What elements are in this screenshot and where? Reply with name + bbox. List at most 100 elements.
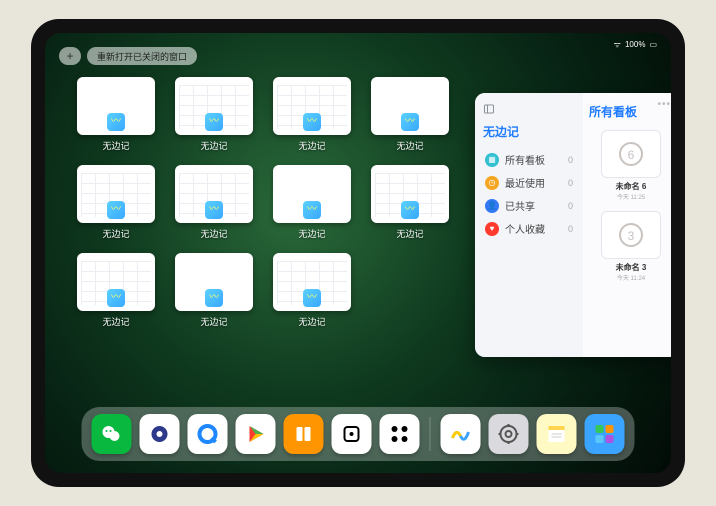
window-thumbnail[interactable]: 无边记 bbox=[175, 165, 253, 243]
sidebar-item-grid[interactable]: ▦ 所有看板 0 bbox=[483, 148, 575, 171]
windows-grid: 无边记 无边记 无边记 无边记 无边记 无边记 无边记 无边记 bbox=[77, 77, 449, 331]
window-thumbnail[interactable]: 无边记 bbox=[273, 253, 351, 331]
plus-icon: + bbox=[66, 49, 73, 63]
sidebar-item-label: 最近使用 bbox=[505, 175, 545, 190]
board-thumbnail: 3 bbox=[601, 211, 661, 259]
reopen-label: 重新打开已关闭的窗口 bbox=[97, 50, 187, 63]
sidebar-item-count: 0 bbox=[568, 155, 573, 165]
window-label: 无边记 bbox=[298, 139, 325, 152]
freeform-app-icon bbox=[205, 289, 223, 307]
thumbnail-preview bbox=[371, 165, 449, 223]
sidebar-item-count: 0 bbox=[568, 178, 573, 188]
window-label: 无边记 bbox=[102, 315, 129, 328]
thumbnail-preview bbox=[77, 253, 155, 311]
window-thumbnail[interactable]: 无边记 bbox=[77, 77, 155, 155]
dock-play-icon[interactable] bbox=[236, 414, 276, 454]
thumbnail-preview bbox=[77, 165, 155, 223]
thumbnail-preview bbox=[273, 165, 351, 223]
window-label: 无边记 bbox=[298, 315, 325, 328]
sidebar-title: 无边记 bbox=[483, 123, 575, 140]
window-label: 无边记 bbox=[396, 139, 423, 152]
dock-wechat-icon[interactable] bbox=[92, 414, 132, 454]
battery-icon: ▭ bbox=[649, 40, 657, 49]
wifi-icon: ᯤ bbox=[614, 39, 621, 50]
freeform-app-icon bbox=[107, 201, 125, 219]
dock-settings-icon[interactable] bbox=[489, 414, 529, 454]
dock-freeform-icon[interactable] bbox=[441, 414, 481, 454]
window-label: 无边记 bbox=[396, 227, 423, 240]
dock-browser1-icon[interactable] bbox=[140, 414, 180, 454]
sidebar-item-count: 0 bbox=[568, 224, 573, 234]
freeform-app-icon bbox=[303, 113, 321, 131]
thumbnail-preview bbox=[175, 77, 253, 135]
thumbnail-preview bbox=[175, 165, 253, 223]
sidebar: 无边记 ▦ 所有看板 0◷ 最近使用 0👤 已共享 0♥ 个人收藏 0 bbox=[475, 93, 583, 357]
freeform-app-icon bbox=[401, 113, 419, 131]
board-time: 今天 11:25 bbox=[617, 192, 645, 201]
svg-text:6: 6 bbox=[628, 148, 635, 162]
thumbnail-preview bbox=[371, 77, 449, 135]
sidebar-icon bbox=[483, 103, 495, 115]
window-label: 无边记 bbox=[200, 227, 227, 240]
dock-notes-icon[interactable] bbox=[537, 414, 577, 454]
grid-icon: ▦ bbox=[485, 153, 499, 167]
heart-icon: ♥ bbox=[485, 222, 499, 236]
screen: ᯤ 100% ▭ + 重新打开已关闭的窗口 无边记 无边记 无边记 无边记 bbox=[45, 33, 671, 473]
clock-icon: ◷ bbox=[485, 176, 499, 190]
sidebar-item-label: 所有看板 bbox=[505, 152, 545, 167]
board-name: 未命名 3 bbox=[616, 262, 647, 273]
window-label: 无边记 bbox=[298, 227, 325, 240]
battery-text: 100% bbox=[625, 40, 645, 49]
window-label: 无边记 bbox=[200, 315, 227, 328]
add-window-button[interactable]: + bbox=[59, 47, 81, 65]
window-label: 无边记 bbox=[200, 139, 227, 152]
sidebar-item-heart[interactable]: ♥ 个人收藏 0 bbox=[483, 217, 575, 240]
svg-text:3: 3 bbox=[628, 229, 635, 243]
freeform-app-icon bbox=[205, 113, 223, 131]
more-icon[interactable]: ••• bbox=[657, 99, 671, 110]
dock-dice-icon[interactable] bbox=[332, 414, 372, 454]
thumbnail-preview bbox=[273, 253, 351, 311]
dock-browser2-icon[interactable] bbox=[188, 414, 228, 454]
freeform-app-icon bbox=[401, 201, 419, 219]
window-thumbnail[interactable]: 无边记 bbox=[371, 165, 449, 243]
top-controls: + 重新打开已关闭的窗口 bbox=[59, 47, 197, 65]
content-pane: ••• 所有看板 6 未命名 6 今天 11:25 3 未命名 3 今天 11:… bbox=[583, 93, 671, 357]
sidebar-item-person[interactable]: 👤 已共享 0 bbox=[483, 194, 575, 217]
window-thumbnail[interactable]: 无边记 bbox=[77, 253, 155, 331]
sidebar-item-clock[interactable]: ◷ 最近使用 0 bbox=[483, 171, 575, 194]
ipad-device: ᯤ 100% ▭ + 重新打开已关闭的窗口 无边记 无边记 无边记 无边记 bbox=[31, 19, 685, 487]
board-thumbnail: 6 bbox=[601, 130, 661, 178]
window-thumbnail[interactable]: 无边记 bbox=[371, 77, 449, 155]
freeform-app-icon bbox=[303, 289, 321, 307]
window-label: 无边记 bbox=[102, 227, 129, 240]
reopen-closed-window-button[interactable]: 重新打开已关闭的窗口 bbox=[87, 47, 197, 65]
sidebar-header bbox=[483, 103, 575, 115]
sidebar-item-count: 0 bbox=[568, 201, 573, 211]
dock-folder-icon[interactable] bbox=[585, 414, 625, 454]
thumbnail-preview bbox=[77, 77, 155, 135]
window-label: 无边记 bbox=[102, 139, 129, 152]
freeform-app-icon bbox=[107, 113, 125, 131]
sidebar-item-label: 个人收藏 bbox=[505, 221, 545, 236]
freeform-app-icon bbox=[205, 201, 223, 219]
board-card[interactable]: 6 未命名 6 今天 11:25 bbox=[595, 130, 667, 201]
freeform-app-icon bbox=[303, 201, 321, 219]
window-thumbnail[interactable]: 无边记 bbox=[273, 165, 351, 243]
board-time: 今天 11:24 bbox=[617, 273, 645, 282]
thumbnail-preview bbox=[175, 253, 253, 311]
freeform-main-window[interactable]: 无边记 ▦ 所有看板 0◷ 最近使用 0👤 已共享 0♥ 个人收藏 0 ••• … bbox=[475, 93, 671, 357]
sidebar-item-label: 已共享 bbox=[505, 198, 535, 213]
dock-books-icon[interactable] bbox=[284, 414, 324, 454]
window-thumbnail[interactable]: 无边记 bbox=[273, 77, 351, 155]
board-card[interactable]: 3 未命名 3 今天 11:24 bbox=[595, 211, 667, 282]
window-thumbnail[interactable]: 无边记 bbox=[77, 165, 155, 243]
freeform-app-icon bbox=[107, 289, 125, 307]
dock-nodes-icon[interactable] bbox=[380, 414, 420, 454]
board-name: 未命名 6 bbox=[616, 181, 647, 192]
person-icon: 👤 bbox=[485, 199, 499, 213]
thumbnail-preview bbox=[273, 77, 351, 135]
window-thumbnail[interactable]: 无边记 bbox=[175, 253, 253, 331]
dock-separator bbox=[430, 417, 431, 451]
window-thumbnail[interactable]: 无边记 bbox=[175, 77, 253, 155]
